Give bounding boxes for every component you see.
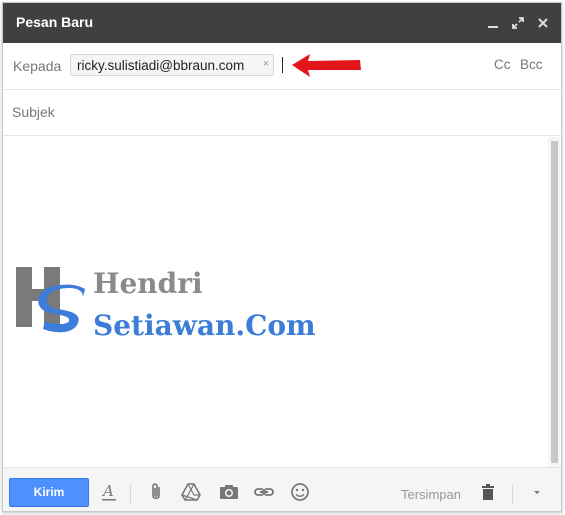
toolbar-divider — [130, 484, 131, 504]
bcc-link[interactable]: Bcc — [520, 57, 543, 72]
minimize-icon[interactable] — [485, 15, 501, 31]
svg-text:A: A — [101, 482, 114, 500]
close-icon[interactable] — [535, 15, 551, 31]
expand-icon[interactable] — [510, 15, 526, 31]
cc-link[interactable]: Cc — [494, 57, 511, 72]
send-button[interactable]: Kirim — [9, 478, 89, 507]
toolbar-divider — [512, 484, 513, 504]
recipient-chip[interactable]: ricky.sulistiadi@bbraun.com × — [70, 54, 274, 76]
subject-row — [3, 90, 561, 136]
to-label: Kepada — [13, 58, 62, 74]
trash-icon[interactable] — [478, 482, 498, 502]
watermark-line1: Hendri — [93, 267, 203, 300]
annotation-arrow-icon — [292, 54, 361, 77]
watermark: Hendri Setiawan.Com — [13, 259, 333, 364]
compose-titlebar[interactable]: Pesan Baru — [3, 3, 561, 43]
text-cursor — [282, 57, 283, 73]
smiley-icon[interactable] — [290, 482, 310, 502]
subject-input[interactable] — [12, 102, 542, 122]
saved-status: Tersimpan — [401, 487, 461, 502]
body-scrollbar[interactable] — [548, 137, 560, 467]
recipients-row[interactable]: Kepada ricky.sulistiadi@bbraun.com × Cc … — [3, 43, 561, 90]
google-drive-icon[interactable] — [181, 482, 201, 502]
watermark-line2: Setiawan.Com — [93, 309, 316, 342]
camera-icon[interactable] — [219, 482, 239, 502]
watermark-logo-icon: Hendri Setiawan.Com — [16, 267, 316, 342]
scrollbar-thumb[interactable] — [551, 141, 558, 463]
compose-toolbar: Kirim A Tersimpan — [3, 467, 561, 511]
paperclip-icon[interactable] — [146, 482, 166, 502]
chevron-down-icon[interactable] — [527, 482, 547, 502]
link-icon[interactable] — [254, 482, 274, 502]
text-format-icon[interactable]: A — [99, 482, 119, 502]
compose-window: Pesan Baru Kepada ricky.sulistiadi@bbrau… — [2, 2, 562, 512]
recipient-email: ricky.sulistiadi@bbraun.com — [77, 58, 245, 73]
window-title: Pesan Baru — [16, 14, 94, 30]
remove-recipient-icon[interactable]: × — [263, 58, 269, 70]
